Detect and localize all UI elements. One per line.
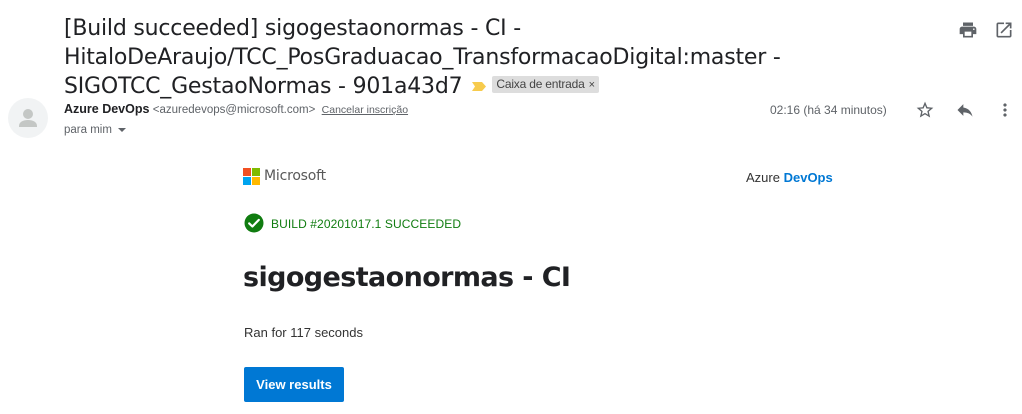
star-icon[interactable] [915, 100, 935, 120]
build-status-text: BUILD #20201017.1 SUCCEEDED [271, 217, 462, 231]
sender-email: <azuredevops@microsoft.com> [152, 104, 316, 116]
subject-text: [Build succeeded] sigogestaonormas - CI … [64, 16, 781, 99]
importance-marker-icon[interactable] [472, 81, 487, 91]
remove-label-button[interactable]: × [589, 79, 595, 91]
sender-line: Azure DevOps <azuredevops@microsoft.com>… [64, 102, 408, 116]
chevron-down-icon [117, 127, 126, 132]
recipient-dropdown[interactable]: para mim [64, 124, 126, 136]
avatar [8, 98, 48, 138]
view-results-button[interactable]: View results [244, 367, 344, 402]
sender-name[interactable]: Azure DevOps [64, 102, 149, 116]
microsoft-grid-icon [243, 168, 260, 185]
run-duration: Ran for 117 seconds [244, 325, 363, 340]
azure-devops-brand: Azure DevOps [746, 170, 833, 185]
unsubscribe-link[interactable]: Cancelar inscrição [322, 104, 408, 116]
label-chip-text: Caixa de entrada [496, 76, 585, 91]
recipient-text: para mim [64, 124, 112, 136]
pipeline-name: sigogestaonormas - CI [243, 262, 571, 293]
microsoft-wordmark: Microsoft [264, 168, 326, 184]
timestamp: 02:16 (há 34 minutos) [770, 103, 887, 117]
reply-icon[interactable] [955, 100, 975, 120]
brand-prefix: Azure [746, 170, 780, 185]
check-circle-icon [244, 213, 264, 233]
more-vert-icon[interactable] [995, 100, 1015, 120]
print-icon[interactable] [958, 20, 978, 40]
brand-strong: DevOps [783, 170, 833, 185]
open-in-new-window-icon[interactable] [994, 20, 1014, 40]
email-subject: [Build succeeded] sigogestaonormas - CI … [64, 14, 934, 101]
label-chip-inbox: Caixa de entrada × [492, 75, 599, 93]
default-avatar-icon [19, 109, 37, 127]
